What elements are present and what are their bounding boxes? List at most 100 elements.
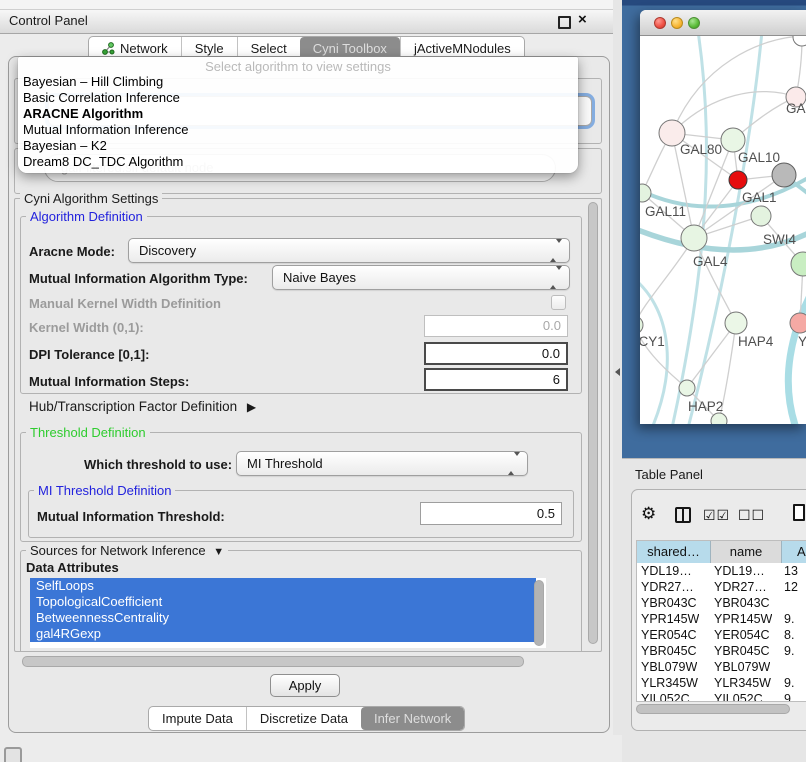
settings-vertical-scrollbar[interactable] bbox=[588, 202, 598, 644]
algorithm-option-selected[interactable]: ARACNE Algorithm bbox=[23, 106, 143, 122]
combo-arrows-icon bbox=[550, 266, 562, 290]
network-node bbox=[790, 313, 806, 333]
tab-infer-network-label: Infer Network bbox=[374, 708, 451, 730]
column-header-shared-name[interactable]: shared… bbox=[637, 541, 711, 563]
node-label: GAL80 bbox=[680, 142, 722, 157]
tab-discretize-data[interactable]: Discretize Data bbox=[246, 707, 361, 730]
hub-section-label: Hub/Transcription Factor Definition bbox=[29, 399, 237, 414]
tab-impute-data[interactable]: Impute Data bbox=[149, 707, 246, 730]
aracne-mode-combobox[interactable]: Discovery bbox=[128, 238, 570, 263]
cell: YBR045C bbox=[641, 643, 697, 659]
network-window-titlebar[interactable] bbox=[640, 10, 806, 36]
list-item[interactable]: gal4RGexp bbox=[30, 626, 536, 642]
table-row[interactable]: YBR043C YBR043C bbox=[637, 595, 806, 611]
cell: YBL079W bbox=[641, 659, 697, 675]
algorithm-option[interactable]: Basic Correlation Inference bbox=[23, 90, 180, 106]
table-row[interactable]: YDR27… YDR27… 12 bbox=[637, 579, 806, 595]
collapse-down-arrow-icon: ▼ bbox=[213, 546, 224, 558]
cell: 8. bbox=[784, 627, 794, 643]
mi-steps-field[interactable]: 6 bbox=[424, 368, 568, 391]
column-header-clipped[interactable]: A bbox=[782, 541, 806, 563]
node-label: Y bbox=[798, 334, 806, 349]
minimize-window-icon[interactable] bbox=[671, 17, 683, 29]
mi-threshold-field[interactable]: 0.5 bbox=[420, 502, 562, 525]
gear-icon[interactable]: ⚙ bbox=[641, 504, 656, 524]
which-threshold-value: MI Threshold bbox=[247, 456, 323, 471]
network-node bbox=[751, 206, 771, 226]
control-panel-titlebar: Control Panel × bbox=[0, 9, 613, 34]
threshold-definition-title: Threshold Definition bbox=[26, 425, 150, 440]
manual-kernel-width-checkbox[interactable] bbox=[551, 295, 566, 310]
list-item[interactable]: TopologicalCoefficient bbox=[30, 594, 536, 610]
which-threshold-combobox[interactable]: MI Threshold bbox=[236, 451, 528, 476]
node-label: GCY1 bbox=[640, 334, 665, 349]
cell: YER054C bbox=[641, 627, 697, 643]
dpi-tolerance-label: DPI Tolerance [0,1]: bbox=[29, 347, 149, 362]
cell: YER054C bbox=[714, 627, 770, 643]
algorithm-popup-placeholder: Select algorithm to view settings bbox=[18, 59, 578, 74]
settings-horizontal-scrollbar[interactable] bbox=[22, 656, 524, 667]
cell: YDL19… bbox=[641, 563, 692, 579]
float-panel-icon[interactable] bbox=[558, 16, 571, 29]
collapse-left-arrow-icon[interactable] bbox=[615, 368, 620, 376]
algorithm-dropdown-popup: Select algorithm to view settings Bayesi… bbox=[18, 57, 578, 173]
list-item[interactable]: SelfLoops bbox=[30, 578, 536, 594]
table-row[interactable]: YBR045C YBR045C 9. bbox=[637, 643, 806, 659]
tab-infer-network[interactable]: Infer Network bbox=[361, 707, 464, 730]
cell: YBL079W bbox=[714, 659, 770, 675]
algorithm-option[interactable]: Dream8 DC_TDC Algorithm bbox=[23, 154, 183, 170]
close-window-icon[interactable] bbox=[654, 17, 666, 29]
network-node bbox=[725, 312, 747, 334]
tab-impute-data-label: Impute Data bbox=[162, 708, 233, 730]
cell: YLR345W bbox=[714, 675, 771, 691]
node-label: GAL bbox=[786, 101, 806, 116]
kernel-width-field[interactable]: 0.0 bbox=[424, 315, 568, 337]
table-row[interactable]: YIL052C YIL052C 9 bbox=[637, 691, 806, 702]
hub-section-toggle[interactable]: Hub/Transcription Factor Definition ▶ bbox=[29, 399, 256, 414]
network-node bbox=[721, 128, 745, 152]
table-row[interactable]: YBL079W YBL079W bbox=[637, 659, 806, 675]
zoom-window-icon[interactable] bbox=[688, 17, 700, 29]
kernel-width-label: Kernel Width (0,1): bbox=[29, 320, 144, 335]
tab-discretize-data-label: Discretize Data bbox=[260, 708, 348, 730]
network-graph[interactable]: GAL GAL80 GAL10 GAL1 GAL11 SWI4 GAL4 GCY… bbox=[640, 36, 806, 424]
control-panel-title: Control Panel bbox=[9, 13, 88, 28]
list-item[interactable]: BetweennessCentrality bbox=[30, 610, 536, 626]
table-row[interactable]: YER054C YER054C 8. bbox=[637, 627, 806, 643]
algorithm-option[interactable]: Bayesian – K2 bbox=[23, 138, 107, 154]
panel-grip-icon[interactable] bbox=[4, 747, 22, 762]
control-panel-top-strip bbox=[0, 0, 622, 9]
table-horizontal-scrollbar[interactable] bbox=[636, 704, 790, 714]
close-panel-icon[interactable]: × bbox=[578, 11, 587, 28]
algorithm-option[interactable]: Mutual Information Inference bbox=[23, 122, 188, 138]
cell: YDL19… bbox=[714, 563, 765, 579]
cell: YPR145W bbox=[714, 611, 772, 627]
algorithm-option[interactable]: Bayesian – Hill Climbing bbox=[23, 74, 163, 90]
sources-group-title-row[interactable]: Sources for Network Inference ▼ bbox=[26, 543, 228, 558]
select-all-checkbox-icon[interactable]: ☑☑ bbox=[703, 507, 730, 524]
mi-threshold-label: Mutual Information Threshold: bbox=[37, 509, 225, 524]
cell: YIL052C bbox=[641, 691, 690, 702]
table-row[interactable]: YPR145W YPR145W 9. bbox=[637, 611, 806, 627]
data-attributes-list[interactable]: SelfLoops TopologicalCoefficient Between… bbox=[30, 578, 546, 648]
network-icon bbox=[102, 42, 115, 55]
cell: YLR345W bbox=[641, 675, 698, 691]
network-node bbox=[793, 36, 806, 46]
column-header-name[interactable]: name bbox=[711, 541, 782, 563]
node-label: HAP2 bbox=[688, 399, 723, 414]
deselect-all-checkbox-icon[interactable]: ☐☐ bbox=[738, 507, 765, 524]
list-vertical-scrollbar[interactable] bbox=[534, 580, 544, 646]
data-attributes-label: Data Attributes bbox=[26, 560, 119, 575]
network-node bbox=[711, 413, 727, 424]
mi-algorithm-type-combobox[interactable]: Naive Bayes bbox=[272, 265, 570, 290]
network-node bbox=[681, 225, 707, 251]
export-table-icon[interactable] bbox=[793, 504, 805, 521]
column-view-icon[interactable] bbox=[675, 507, 691, 523]
network-window[interactable]: GAL GAL80 GAL10 GAL1 GAL11 SWI4 GAL4 GCY… bbox=[640, 10, 806, 424]
table-row[interactable]: YDL19… YDL19… 13 bbox=[637, 563, 806, 579]
cell: 9. bbox=[784, 643, 794, 659]
apply-button[interactable]: Apply bbox=[270, 674, 340, 697]
cell: YDR27… bbox=[641, 579, 694, 595]
dpi-tolerance-field[interactable]: 0.0 bbox=[424, 342, 568, 365]
table-row[interactable]: YLR345W YLR345W 9. bbox=[637, 675, 806, 691]
